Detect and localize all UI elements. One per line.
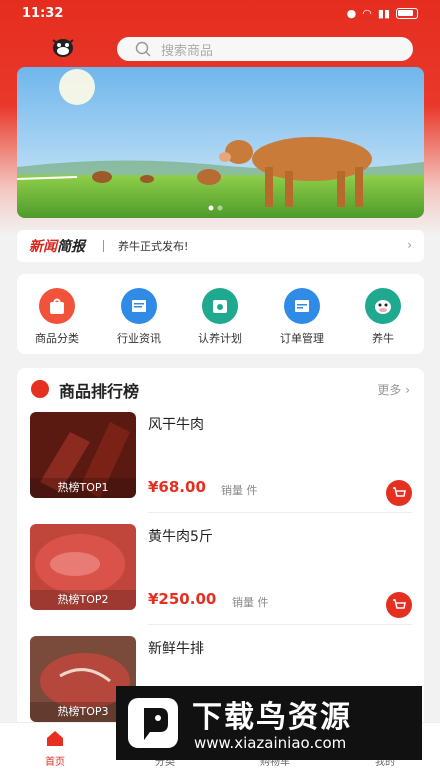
tab-home[interactable]: 首页 [25,729,85,768]
status-bar: 11:32 ● ◠ ▮▮ [0,0,440,30]
product-image: 热榜TOP1 [30,412,136,498]
product-price: ¥68.00 [148,478,206,496]
search-input[interactable]: 搜索商品 [117,37,413,61]
search-placeholder: 搜索商品 [161,43,214,59]
ranking-header: 商品排行榜 更多 › [17,368,424,408]
ranking-title: 商品排行榜 [59,382,140,401]
home-icon [47,731,63,746]
news-logo: 新闻简报 [29,239,85,255]
news-icon [121,288,157,324]
watermark-overlay: 下载鸟资源 www.xiazainiao.com [116,686,422,760]
cow-icon [365,288,401,324]
product-item[interactable]: 热榜TOP1 风干牛肉 ¥68.00 销量 件 [17,412,424,522]
product-image: 热榜TOP2 [30,524,136,610]
chevron-right-icon: › [407,238,412,252]
watermark-title: 下载鸟资源 [192,700,352,735]
news-bar[interactable]: 新闻简报 养牛正式发布! › [17,230,424,262]
divider [148,624,412,625]
menu-item-orders[interactable]: 订单管理 [267,288,337,346]
product-item[interactable]: 热榜TOP2 黄牛肉5斤 ¥250.00 销量 件 [17,524,424,634]
status-icons: ● ◠ ▮▮ [347,7,418,20]
watermark-url: www.xiazainiao.com [194,734,347,752]
product-tag: 热榜TOP2 [30,590,136,610]
menu-item-category[interactable]: 商品分类 [22,288,92,346]
status-time: 11:32 [22,6,64,21]
product-name: 风干牛肉 [148,417,204,433]
divider [103,240,104,252]
thumbs-up-icon [31,380,49,398]
product-sales: 销量 件 [232,596,269,609]
app-logo[interactable] [50,34,76,60]
quick-menu: 商品分类 行业资讯 认养计划 订单管理 养牛 [17,274,424,354]
menu-item-raise-cattle[interactable]: 养牛 [348,288,418,346]
bird-logo-icon [128,698,178,748]
more-link[interactable]: 更多 › [377,381,410,398]
bag-icon [39,288,75,324]
product-price: ¥250.00 [148,590,217,608]
menu-item-news[interactable]: 行业资讯 [104,288,174,346]
product-name: 黄牛肉5斤 [148,529,213,545]
product-name: 新鲜牛排 [148,641,204,657]
cart-icon[interactable] [386,480,412,506]
signal-icon: ▮▮ [377,7,390,20]
cart-icon[interactable] [386,592,412,618]
banner-carousel[interactable] [17,67,424,218]
order-icon [284,288,320,324]
search-icon [135,41,151,57]
wifi-icon: ◠ [362,7,372,20]
product-sales: 销量 件 [221,484,258,497]
news-text: 养牛正式发布! [118,240,189,253]
calendar-icon [202,288,238,324]
divider [148,512,412,513]
battery-icon [396,8,418,19]
menu-item-adoption-plan[interactable]: 认养计划 [185,288,255,346]
location-icon: ● [346,7,357,20]
product-tag: 热榜TOP1 [30,478,136,498]
